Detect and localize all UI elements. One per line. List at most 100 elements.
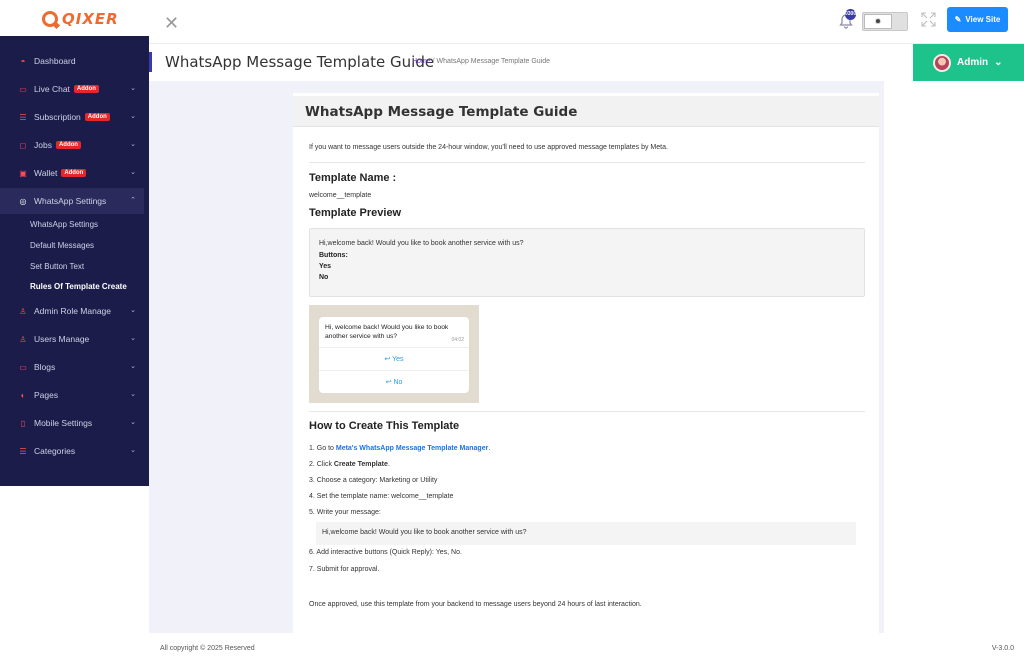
- chevron-down-icon: ⌄: [130, 391, 136, 398]
- theme-toggle[interactable]: ✹: [862, 12, 908, 31]
- brand-logo[interactable]: QIXER: [42, 10, 119, 28]
- sidebar-item-label: Wallet: [34, 168, 58, 178]
- sidebar-item-label: Pages: [34, 390, 59, 400]
- user-icon: ♙: [19, 306, 27, 316]
- chevron-down-icon: ⌄: [994, 57, 1003, 68]
- meta-template-manager-link[interactable]: Meta's WhatsApp Message Template Manager: [336, 445, 488, 452]
- template-name-value: welcome__template: [309, 192, 372, 199]
- message-code-box: Hi,welcome back! Would you like to book …: [316, 522, 856, 545]
- page-header: WhatsApp Message Template Guide Home / W…: [149, 44, 1024, 81]
- step-4: 4. Set the template name: welcome__templ…: [309, 493, 454, 500]
- whatsapp-icon: ◎: [19, 196, 27, 206]
- sub-item-set-button-text[interactable]: Set Button Text: [30, 262, 84, 271]
- preview-message: Hi,welcome back! Would you like to book …: [319, 240, 524, 247]
- sidebar-item-subscription[interactable]: ☰ Subscription Addon ⌄: [0, 104, 144, 130]
- step-text: .: [488, 445, 491, 452]
- breadcrumb-home-link[interactable]: Home: [412, 58, 431, 65]
- quick-reply-label: Yes: [392, 356, 404, 363]
- footer-version: V-3.0.0: [991, 645, 1014, 652]
- card-title: WhatsApp Message Template Guide: [305, 104, 578, 120]
- categories-icon: ☰: [19, 446, 27, 456]
- sidebar-item-label: Admin Role Manage: [34, 306, 112, 316]
- step-text: 1. Go to: [309, 445, 336, 452]
- sidebar-item-dashboard[interactable]: ◓ Dashboard: [0, 48, 144, 74]
- addon-badge: Addon: [73, 85, 99, 93]
- sidebar-item-categories[interactable]: ☰ Categories ⌄: [0, 438, 144, 464]
- chevron-down-icon: ⌄: [130, 335, 136, 342]
- template-preview-heading: Template Preview: [309, 207, 402, 219]
- sub-item-rules-of-template-create[interactable]: Rules Of Template Create: [30, 282, 127, 291]
- footer-copyright: All copyright © 2025 Reserved: [160, 645, 255, 652]
- preview-button-no: No: [319, 274, 329, 281]
- guide-card: WhatsApp Message Template Guide If you w…: [293, 93, 879, 633]
- dashboard-icon: ◓: [20, 56, 26, 66]
- sidebar-item-label: Blogs: [34, 362, 56, 372]
- chevron-up-icon: ⌃: [130, 197, 136, 204]
- chat-icon: ▭: [19, 84, 27, 94]
- divider: [309, 162, 865, 163]
- whatsapp-message-bubble: Hi, welcome back! Would you like to book…: [319, 317, 469, 347]
- chevron-down-icon: ⌄: [130, 447, 136, 454]
- wallet-icon: ▣: [19, 168, 27, 178]
- sidebar-item-label: Subscription: [34, 112, 81, 122]
- avatar: [933, 53, 951, 72]
- fullscreen-icon[interactable]: [921, 12, 936, 30]
- briefcase-icon: ◻: [19, 140, 27, 150]
- addon-badge: Addon: [55, 141, 81, 149]
- quick-reply-label: No: [393, 379, 403, 386]
- whatsapp-message-time: 04:02: [451, 337, 464, 343]
- sidebar-item-users-manage[interactable]: ♙ Users Manage ⌄: [0, 326, 144, 352]
- step-2: 2. Click Create Template.: [309, 461, 390, 468]
- page-title: WhatsApp Message Template Guide: [165, 53, 435, 71]
- chevron-down-icon: ⌄: [130, 113, 136, 120]
- sidebar-item-jobs[interactable]: ◻ Jobs Addon ⌄: [0, 132, 144, 158]
- step-6: 6. Add interactive buttons (Quick Reply)…: [309, 549, 462, 556]
- breadcrumb-separator: /: [432, 58, 435, 65]
- list-icon: ☰: [19, 112, 27, 122]
- whatsapp-preview-image: Hi, welcome back! Would you like to book…: [309, 305, 479, 403]
- sidebar-item-label: Dashboard: [34, 56, 76, 66]
- sun-icon: ✹: [864, 14, 892, 29]
- blog-icon: ▭: [19, 362, 27, 372]
- chevron-down-icon: ⌄: [130, 419, 136, 426]
- whatsapp-quick-reply-no: ↩ No: [319, 370, 469, 393]
- preview-buttons-label: Buttons:: [319, 252, 348, 259]
- chevron-down-icon: ⌄: [130, 169, 136, 176]
- sidebar-item-admin-role-manage[interactable]: ♙ Admin Role Manage ⌄: [0, 298, 144, 324]
- view-site-button[interactable]: ✎ View Site: [947, 7, 1008, 32]
- sidebar-item-mobile-settings[interactable]: ▯ Mobile Settings ⌄: [0, 410, 144, 436]
- sub-item-default-messages[interactable]: Default Messages: [30, 241, 94, 250]
- step-text: 2. Click: [309, 461, 334, 468]
- pages-icon: ◐: [20, 390, 26, 400]
- sub-item-whatsapp-settings[interactable]: WhatsApp Settings: [30, 220, 98, 229]
- template-name-heading: Template Name :: [309, 172, 397, 184]
- logo-text: QIXER: [62, 10, 119, 28]
- addon-badge: Addon: [84, 113, 110, 121]
- external-link-icon: ✎: [954, 15, 962, 24]
- logo-mark-icon: [42, 11, 58, 27]
- step-7: 7. Submit for approval.: [309, 566, 380, 573]
- sidebar-item-live-chat[interactable]: ▭ Live Chat Addon ⌄: [0, 76, 144, 102]
- sidebar-item-label: Categories: [34, 446, 76, 456]
- reply-icon: ↩: [384, 356, 391, 363]
- how-to-heading: How to Create This Template: [309, 420, 460, 432]
- card-header: WhatsApp Message Template Guide: [293, 96, 879, 127]
- addon-badge: Addon: [61, 169, 87, 177]
- template-preview-box: Hi,welcome back! Would you like to book …: [309, 228, 865, 297]
- intro-text: If you want to message users outside the…: [309, 144, 668, 151]
- reply-icon: ↩: [385, 379, 392, 386]
- breadcrumb: Home / WhatsApp Message Template Guide: [412, 58, 550, 65]
- admin-menu[interactable]: Admin ⌄: [913, 44, 1024, 81]
- admin-label: Admin: [957, 57, 989, 68]
- sidebar-item-whatsapp-settings[interactable]: ◎ WhatsApp Settings ⌃: [0, 188, 144, 214]
- close-sidebar-icon[interactable]: ✕: [164, 14, 179, 32]
- outro-text: Once approved, use this template from yo…: [309, 601, 642, 608]
- title-accent-bar: [149, 52, 152, 72]
- mobile-icon: ▯: [20, 418, 26, 428]
- sidebar-item-wallet[interactable]: ▣ Wallet Addon ⌄: [0, 160, 144, 186]
- whatsapp-message-text: Hi, welcome back! Would you like to book…: [325, 324, 449, 340]
- sidebar-item-label: Users Manage: [34, 334, 90, 344]
- chevron-down-icon: ⌄: [130, 141, 136, 148]
- sidebar-item-blogs[interactable]: ▭ Blogs ⌄: [0, 354, 144, 380]
- sidebar-item-pages[interactable]: ◐ Pages ⌄: [0, 382, 144, 408]
